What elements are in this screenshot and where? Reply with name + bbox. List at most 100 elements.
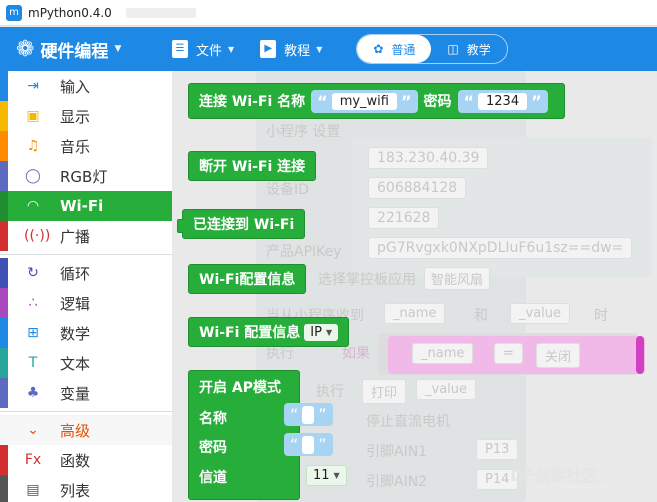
category-broadcast[interactable]: ((·)) 广播 [0, 221, 172, 251]
bulb-icon: ◯ [25, 168, 41, 184]
title-blurred-region [125, 7, 196, 18]
category-logic[interactable]: ∴ 逻辑 [0, 288, 172, 318]
file-menu-label: 文件 [196, 43, 223, 59]
category-wifi[interactable]: ◠ Wi-Fi [0, 191, 172, 221]
category-color-stripe [0, 221, 8, 251]
ghost-api-key-label: 产品APIKey [266, 244, 342, 260]
chevron-down-icon: ⌄ [27, 422, 39, 438]
ghost-ip-field: 183.230.40.39 [368, 147, 489, 169]
ghost-if-edge [636, 336, 644, 374]
ghost-and: 和 [474, 308, 488, 324]
block-workspace[interactable]: 小程序 设置 183.230.40.39 设备ID 606884128 2216… [172, 71, 657, 502]
category-label: 循环 [60, 264, 91, 283]
category-loop[interactable]: ↻ 循环 [0, 258, 172, 288]
mode-teach-label: 教学 [466, 42, 491, 57]
category-variable[interactable]: ♣ 变量 [0, 378, 172, 408]
tutorial-menu-button[interactable]: ▶ 教程 ▼ [260, 40, 322, 59]
ssid-value[interactable]: my_wifi [331, 92, 397, 110]
video-play-icon: ▶ [260, 40, 277, 58]
ghost-p13-text: P13 [485, 442, 510, 457]
block-wifi-config-info-ip[interactable]: Wi-Fi 配置信息 IP ▼ [188, 317, 350, 347]
block-wifi-is-connected[interactable]: 已连接到 Wi-Fi [177, 209, 306, 239]
file-menu-button[interactable]: ☰ 文件 ▼ [172, 40, 234, 59]
ghost-name-var-2: _name [412, 343, 474, 364]
category-color-stripe [0, 258, 8, 288]
tutorial-menu-label: 教程 [284, 43, 311, 59]
login-arrow-icon: ⇥ [27, 78, 39, 94]
ghost-name-var-text: _name [393, 306, 437, 321]
category-text[interactable]: T 文本 [0, 348, 172, 378]
window-title: mPython0.4.0 [28, 5, 112, 20]
block-wifi-connect[interactable]: 连接 Wi-Fi 名称 “my_wifi” 密码 “1234” [188, 83, 565, 119]
block-wifi-config-info[interactable]: Wi-Fi配置信息 [188, 264, 307, 294]
category-label: 逻辑 [60, 294, 91, 313]
ap-name-string-slot[interactable]: “” [284, 403, 333, 426]
category-color-stripe [0, 101, 8, 131]
password-string-slot[interactable]: “1234” [457, 89, 548, 113]
ghost-device-id-text: 606884128 [377, 180, 458, 196]
ghost-device-id-label: 设备ID [266, 182, 309, 198]
category-input[interactable]: ⇥ 输入 [0, 71, 172, 101]
ghost-off-text: 关闭 [545, 350, 572, 365]
brand-label: 硬件编程 [40, 41, 109, 62]
brand-menu[interactable]: ❁ 硬件编程 ▼ [0, 37, 172, 62]
mode-toggle: ✿ 普通 ◫ 教学 [356, 34, 508, 64]
ghost-eq: = [494, 343, 523, 364]
ghost-select-board: 选择掌控板应用 [318, 272, 416, 288]
category-math[interactable]: ⊞ 数学 [0, 318, 172, 348]
category-function[interactable]: Fx 函数 [0, 445, 172, 475]
mode-normal-label: 普通 [391, 42, 416, 57]
block-is-connected-label: 已连接到 Wi-Fi [193, 217, 295, 233]
ghost-port-field: 221628 [368, 207, 440, 229]
ap-password-label: 密码 [199, 440, 227, 456]
category-color-stripe [0, 191, 8, 221]
category-color-stripe [0, 318, 8, 348]
password-value[interactable]: 1234 [478, 92, 528, 110]
ghost-api-key-field: pG7Rvgxk0NXpDLIuF6u1sz==dw= [368, 237, 633, 259]
loop-icon: ↻ [27, 265, 39, 281]
category-sidebar: ⇥ 输入 ▣ 显示 ♫ 音乐 ◯ RGB灯 ◠ Wi-Fi ((·)) 广播 ↻… [0, 71, 172, 502]
text-icon: T [28, 355, 38, 371]
category-label: 函数 [60, 451, 91, 470]
category-music[interactable]: ♫ 音乐 [0, 131, 172, 161]
mode-normal-button[interactable]: ✿ 普通 [357, 35, 432, 63]
block-connect-label: 连接 Wi-Fi 名称 [199, 94, 306, 110]
ap-name-value[interactable] [302, 405, 315, 424]
ghost-port-text: 221628 [377, 210, 431, 226]
ap-password-string-slot[interactable]: “” [284, 433, 333, 456]
ghost-stop-motor: 停止直流电机 [366, 414, 450, 430]
category-list[interactable]: ▤ 列表 [0, 475, 172, 502]
ghost-ip-text: 183.230.40.39 [377, 150, 480, 166]
chevron-down-icon: ▼ [114, 44, 122, 54]
config-field-value: IP [310, 324, 322, 340]
ap-channel-dropdown[interactable]: 11 ▼ [306, 465, 347, 486]
mode-teach-button[interactable]: ◫ 教学 [431, 35, 506, 63]
watermark-sub: mc.DFRobot.com.cn [538, 482, 609, 490]
category-color-stripe [0, 445, 8, 475]
category-color-stripe [0, 161, 8, 191]
category-display[interactable]: ▣ 显示 [0, 101, 172, 131]
variable-icon: ♣ [26, 385, 40, 401]
ap-mode-label: 开启 AP模式 [199, 380, 281, 396]
category-label: 输入 [60, 77, 91, 96]
ghost-value-var-text: _value [519, 306, 562, 321]
flower-icon: ✿ [373, 42, 384, 56]
ghost-value-var-2-text: _value [425, 382, 468, 397]
chevron-down-icon: ▼ [316, 44, 323, 54]
ap-channel-label: 信道 [199, 470, 227, 486]
ghost-value-var-2: _value [416, 379, 477, 400]
block-wifi-disconnect[interactable]: 断开 Wi-Fi 连接 [188, 151, 317, 181]
wifi-icon: ◠ [27, 198, 39, 214]
category-color-stripe [0, 475, 8, 502]
block-connect-pwd-label: 密码 [423, 94, 452, 110]
config-field-dropdown[interactable]: IP ▼ [304, 323, 339, 341]
category-advanced[interactable]: ⌄ 高级 [0, 415, 172, 445]
ghost-p14-text: P14 [485, 472, 510, 487]
ssid-string-slot[interactable]: “my_wifi” [311, 89, 418, 113]
monitor-icon: ▣ [26, 108, 40, 124]
ap-password-value[interactable] [302, 435, 315, 454]
category-rgb[interactable]: ◯ RGB灯 [0, 161, 172, 191]
ghost-print: 打印 [362, 379, 407, 404]
block-config-info-ip-label: Wi-Fi 配置信息 [199, 325, 301, 341]
file-icon: ☰ [172, 40, 188, 58]
